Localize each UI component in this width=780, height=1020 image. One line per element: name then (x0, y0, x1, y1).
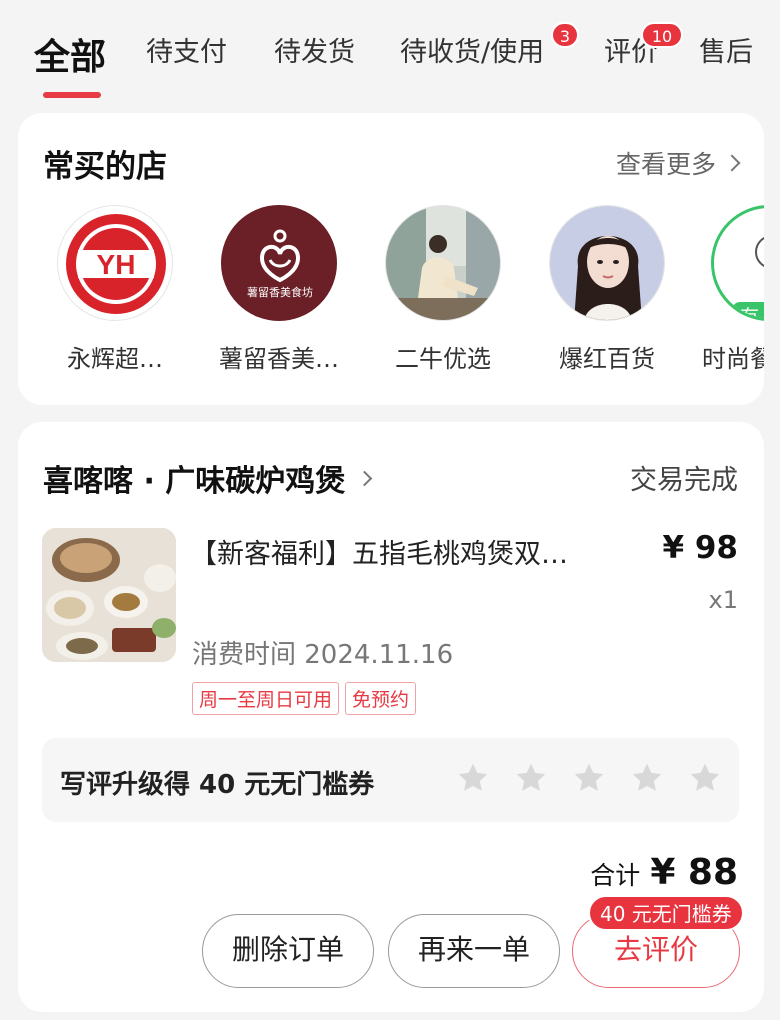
yh-logo-text: YH (97, 249, 136, 280)
store-item-erniu[interactable]: 二牛优选 (368, 205, 518, 374)
view-more-label: 查看更多 (615, 150, 716, 179)
store-name: 二牛优选 (395, 345, 491, 373)
store-item-shuliuxiang[interactable]: 薯留香美食坊 薯留香美… (204, 205, 354, 374)
coupon-bubble: 40 元无门槛券 (588, 895, 744, 931)
shop-name: 喜喀喀 · 广味碳炉鸡煲 (43, 464, 346, 499)
chevron-right-icon (723, 154, 741, 172)
star-icon[interactable] (629, 760, 665, 796)
food-photo-icon (42, 528, 176, 662)
consume-time: 消费时间 2024.11.16 (192, 640, 454, 670)
potato-logo-text: 薯留香美食坊 (247, 285, 313, 299)
potato-logo-icon: 薯留香美食坊 (247, 229, 313, 299)
view-more-link[interactable]: 查看更多 (615, 145, 741, 181)
tab-pending-receipt[interactable]: 待收货/使用 (400, 30, 544, 69)
store-name: 时尚餐 (702, 345, 764, 373)
delete-order-button[interactable]: 删除订单 (202, 914, 374, 988)
tag-no-reservation: 免预约 (345, 682, 417, 715)
tab-pending-payment[interactable]: 待支付 (146, 30, 227, 69)
store-avatar (549, 205, 665, 321)
store-item-fashion[interactable]: YA 有 时尚餐 (694, 205, 764, 374)
tab-all[interactable]: 全部 (34, 28, 106, 80)
review-prompt: 写评升级得 40 元无门槛券 (60, 770, 375, 800)
order-tabs: 全部 待支付 待发货 待收货/使用 3 评价 10 售后 (0, 0, 780, 110)
frequent-stores-title: 常买的店 (43, 149, 167, 185)
star-icon[interactable] (455, 760, 491, 796)
total-label: 合计 (590, 861, 641, 890)
store-avatar: 薯留香美食坊 (221, 205, 337, 321)
product-quantity: x1 (708, 586, 738, 614)
chevron-right-icon (357, 470, 373, 486)
total-value: ¥ 88 (650, 852, 738, 893)
star-icon[interactable] (571, 760, 607, 796)
order-total: 合计 ¥ 88 (590, 852, 738, 893)
product-title[interactable]: 【新客福利】五指毛桃鸡煲双… (190, 532, 610, 571)
order-card: 喜喀喀 · 广味碳炉鸡煲 交易完成 【新客福利】五指毛桃鸡煲双… ¥ 98 x1… (18, 422, 764, 1012)
product-thumbnail[interactable] (42, 528, 176, 662)
quick-review-box: 写评升级得 40 元无门槛券 (42, 738, 739, 822)
star-rating (455, 760, 723, 796)
tag-available-days: 周一至周日可用 (192, 682, 340, 715)
store-item-yonghui[interactable]: YH 永辉超… (40, 205, 190, 374)
store-avatar (385, 205, 501, 321)
store-item-baohong[interactable]: 爆红百货 (532, 205, 682, 374)
order-status: 交易完成 (630, 465, 738, 496)
star-icon[interactable] (513, 760, 549, 796)
store-avatar: YA 有 (711, 205, 764, 321)
shop-link[interactable]: 喜喀喀 · 广味碳炉鸡煲 (43, 456, 373, 500)
reorder-button[interactable]: 再来一单 (388, 914, 560, 988)
frequent-stores-card: 常买的店 查看更多 YH 永辉超… 薯留香美食坊 薯留香美… 二牛优选 爆红百货… (18, 113, 764, 405)
person-photo-icon (386, 206, 500, 320)
store-name: 薯留香美… (219, 345, 339, 373)
store-avatar: YH (57, 205, 173, 321)
product-tags: 周一至周日可用 免预约 (192, 682, 417, 715)
yh-logo-icon: YH (66, 214, 166, 314)
store-list: YH 永辉超… 薯留香美食坊 薯留香美… 二牛优选 爆红百货 有 时尚餐 (18, 205, 764, 395)
tab-pending-shipment[interactable]: 待发货 (274, 30, 355, 69)
store-badge-text: 有 (740, 306, 759, 321)
pending-receipt-count-badge: 3 (551, 22, 579, 48)
star-icon[interactable] (687, 760, 723, 796)
product-price: ¥ 98 (662, 530, 738, 566)
woman-portrait-icon (550, 206, 664, 320)
review-count-badge: 10 (641, 22, 683, 48)
tab-after-sales[interactable]: 售后 (699, 30, 753, 69)
store-name: 爆红百货 (559, 345, 655, 373)
store-name: 永辉超… (67, 345, 163, 373)
fashion-logo-icon: YA 有 (732, 237, 764, 321)
active-tab-indicator (43, 92, 101, 98)
